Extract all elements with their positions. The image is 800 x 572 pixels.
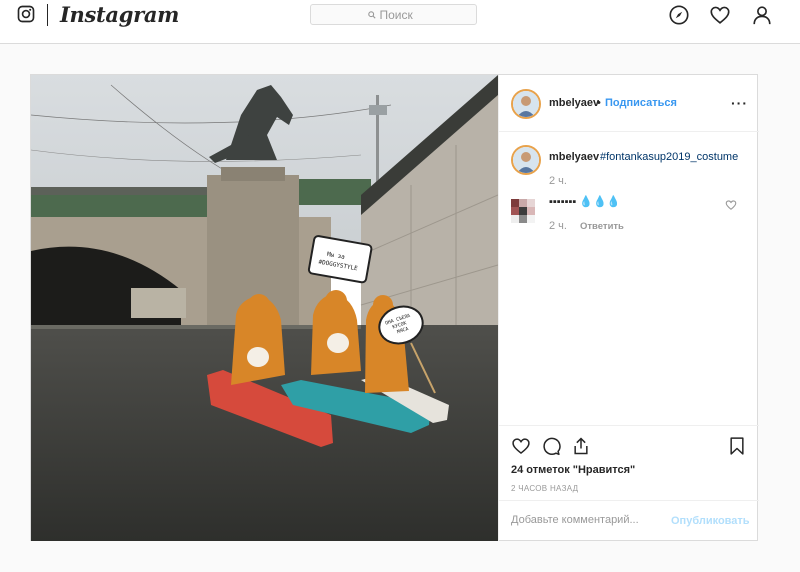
comment-text: ▪▪▪▪▪▪▪ 💧💧💧 [549, 196, 621, 208]
commenter-avatar[interactable] [511, 199, 535, 223]
avatar-image [513, 91, 539, 117]
post-actions: 24 отметок "Нравится" 2 ЧАСОВ НАЗАД Опуб… [499, 425, 759, 539]
comment-time[interactable]: 2 ч. [549, 220, 567, 232]
caption-username[interactable]: mbelyaev [549, 151, 599, 163]
caption-time[interactable]: 2 ч. [549, 175, 567, 187]
post-photo[interactable]: Мы за #DOGGYSTYLE ОНА СЪЕЛА КУСОК МЯСА [31, 75, 498, 541]
comment-form: Опубликовать [499, 500, 759, 540]
separator-dot: • [597, 97, 601, 109]
comment-bubble-icon[interactable] [541, 436, 561, 456]
instagram-camera-icon[interactable] [17, 5, 35, 23]
reply-button[interactable]: Ответить [580, 221, 624, 232]
search-box[interactable] [310, 4, 477, 25]
heart-icon[interactable] [709, 4, 731, 26]
like-heart-icon[interactable] [511, 436, 531, 456]
posted-time-ago[interactable]: 2 ЧАСОВ НАЗАД [511, 484, 578, 493]
post-card: Мы за #DOGGYSTYLE ОНА СЪЕЛА КУСОК МЯСА m… [30, 74, 759, 541]
bookmark-icon[interactable] [727, 436, 747, 456]
search-input[interactable] [379, 7, 420, 22]
publish-button[interactable]: Опубликовать [671, 515, 750, 527]
post-photo-illustration: Мы за #DOGGYSTYLE ОНА СЪЕЛА КУСОК МЯСА [31, 75, 498, 541]
comment-like-heart-icon[interactable] [725, 199, 737, 211]
caption-hashtag[interactable]: #fontankasup2019_costume [600, 151, 738, 163]
likes-count[interactable]: 24 отметок "Нравится" [511, 464, 635, 476]
search-icon [367, 10, 376, 19]
avatar-image [513, 147, 539, 173]
share-icon[interactable] [571, 436, 591, 456]
profile-icon[interactable] [751, 4, 773, 26]
author-username[interactable]: mbelyaev [549, 97, 599, 109]
top-navigation: Instagram [0, 0, 800, 44]
explore-compass-icon[interactable] [668, 4, 690, 26]
comment-input[interactable] [511, 514, 661, 526]
instagram-wordmark[interactable]: Instagram [60, 2, 179, 27]
post-header: mbelyaev • Подписаться ··· [499, 75, 759, 132]
follow-button[interactable]: Подписаться [605, 97, 677, 109]
author-avatar[interactable] [511, 89, 541, 119]
post-side-panel: mbelyaev • Подписаться ··· mbelyaev #fon… [498, 75, 759, 541]
nav-divider [47, 4, 48, 26]
more-options-icon[interactable]: ··· [731, 95, 748, 111]
caption-avatar[interactable] [511, 145, 541, 175]
